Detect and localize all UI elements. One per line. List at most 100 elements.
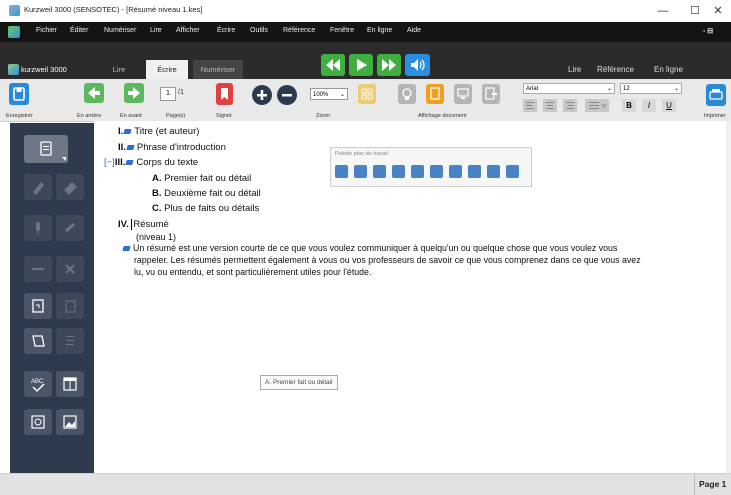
palette-outdent-icon[interactable] bbox=[392, 165, 405, 178]
palette-bullet-list-icon[interactable] bbox=[335, 165, 348, 178]
menu-fenetre[interactable]: Fenêtre bbox=[330, 27, 354, 34]
menu-reference[interactable]: Référence bbox=[283, 27, 315, 34]
play-button[interactable] bbox=[349, 54, 373, 76]
font-name-select[interactable]: Arial ⌄ bbox=[523, 83, 615, 94]
font-size-select[interactable]: 12 ⌄ bbox=[620, 83, 682, 94]
rewind-icon bbox=[326, 59, 340, 71]
save-button[interactable] bbox=[9, 83, 29, 105]
kurzweil-logo-icon bbox=[8, 64, 19, 75]
eraser-tool-button[interactable] bbox=[56, 174, 84, 200]
copy-icon bbox=[65, 300, 76, 313]
outline-button[interactable] bbox=[56, 328, 84, 354]
notes-column-button[interactable] bbox=[24, 328, 52, 354]
highlight-view-button[interactable] bbox=[398, 84, 416, 104]
outline-item[interactable]: I. Titre (et auteur) bbox=[118, 126, 199, 137]
tab-lire[interactable]: Lire bbox=[100, 60, 138, 79]
back-button[interactable] bbox=[84, 83, 104, 103]
mdi-controls[interactable]: - ⊟ bbox=[703, 27, 713, 35]
palette-expand-icon[interactable] bbox=[487, 165, 500, 178]
outline-item[interactable]: [−]III. Corps du texte bbox=[104, 157, 198, 168]
outline-item[interactable]: IV. Résumé bbox=[118, 219, 169, 230]
italic-button[interactable]: I bbox=[642, 99, 656, 112]
collapse-toggle[interactable]: [−] bbox=[104, 157, 115, 168]
menu-aide[interactable]: Aide bbox=[407, 27, 421, 34]
chevron-down-icon: ⌄ bbox=[606, 86, 612, 92]
underline-button[interactable]: U bbox=[662, 99, 676, 112]
menu-editer[interactable]: Éditer bbox=[70, 27, 88, 34]
page-number-input[interactable]: 1 bbox=[160, 87, 176, 101]
word-prediction-button[interactable] bbox=[56, 371, 84, 397]
fast-forward-button[interactable] bbox=[377, 54, 401, 76]
voice-note-button[interactable] bbox=[24, 215, 52, 241]
right-tab-en-ligne[interactable]: En ligne bbox=[654, 65, 683, 74]
volume-button[interactable] bbox=[405, 54, 430, 76]
app-icon bbox=[9, 5, 20, 16]
app-menu-icon[interactable] bbox=[8, 26, 20, 38]
bookmark-button[interactable] bbox=[216, 83, 233, 105]
align-right-button[interactable] bbox=[563, 99, 577, 112]
paragraph-line[interactable]: lu, vu ou entendu, et sont particulièrem… bbox=[134, 267, 371, 277]
link-icon bbox=[65, 222, 75, 233]
outline-text: Phrase d'introduction bbox=[136, 142, 226, 153]
outline-item[interactable]: B. Deuxième fait ou détail bbox=[152, 188, 261, 199]
grid-icon bbox=[361, 88, 373, 100]
palette-export-icon[interactable] bbox=[506, 165, 519, 178]
outline-item[interactable]: C. Plus de faits ou détails bbox=[152, 203, 259, 214]
palette-delete-icon[interactable] bbox=[468, 165, 481, 178]
export-view-button[interactable] bbox=[482, 84, 500, 104]
zoom-select[interactable]: 100% ⌄ bbox=[310, 88, 348, 100]
palette-indent-icon[interactable] bbox=[373, 165, 386, 178]
menu-afficher[interactable]: Afficher bbox=[176, 27, 200, 34]
outline-palette[interactable]: Palette plan de travail bbox=[330, 147, 532, 187]
copy-page-button[interactable] bbox=[56, 293, 84, 319]
right-tab-reference[interactable]: Référence bbox=[597, 65, 634, 74]
minimize-button[interactable]: — bbox=[650, 3, 676, 19]
menu-en-ligne[interactable]: En ligne bbox=[367, 27, 392, 34]
highlighter-tool-button[interactable] bbox=[24, 174, 52, 200]
chevron-down-icon: ⌄ bbox=[339, 92, 345, 98]
print-button[interactable] bbox=[706, 84, 726, 106]
zoom-in-button[interactable] bbox=[252, 85, 272, 105]
palette-move-up-icon[interactable] bbox=[411, 165, 424, 178]
picture-dictionary-button[interactable] bbox=[56, 409, 84, 435]
screen-view-button[interactable] bbox=[454, 84, 472, 104]
text-box-button[interactable] bbox=[24, 256, 52, 282]
paragraph-line[interactable]: rappeler. Les résumés permettent égaleme… bbox=[134, 255, 641, 265]
align-center-button[interactable] bbox=[543, 99, 557, 112]
vertical-scrollbar[interactable] bbox=[726, 121, 731, 473]
speak-selection-button[interactable] bbox=[24, 293, 52, 319]
bold-button[interactable]: B bbox=[622, 99, 636, 112]
font-name-value: Arial bbox=[526, 86, 539, 92]
menu-ecrire[interactable]: Écrire bbox=[217, 27, 235, 34]
pencil-icon bbox=[33, 182, 44, 195]
link-tool-button[interactable] bbox=[56, 215, 84, 241]
page-layout-button[interactable] bbox=[358, 84, 376, 104]
dictionary-button[interactable] bbox=[24, 409, 52, 435]
palette-numbered-list-icon[interactable] bbox=[354, 165, 367, 178]
tab-ecrire[interactable]: Écrire bbox=[146, 60, 188, 79]
delete-tool-button[interactable] bbox=[56, 256, 84, 282]
align-left-button[interactable] bbox=[523, 99, 537, 112]
outline-number: III. bbox=[114, 157, 126, 168]
tab-numeriser[interactable]: Numériser bbox=[193, 60, 243, 79]
right-tab-lire[interactable]: Lire bbox=[568, 65, 581, 74]
outline-item[interactable]: A. Premier fait ou détail bbox=[152, 173, 251, 184]
paragraph-text: Un résumé est une version courte de ce q… bbox=[133, 243, 618, 253]
menu-fichier[interactable]: Fichier bbox=[36, 27, 57, 34]
palette-move-down-icon[interactable] bbox=[430, 165, 443, 178]
list-format-button[interactable] bbox=[585, 99, 609, 112]
palette-edit-icon[interactable] bbox=[449, 165, 462, 178]
spell-check-button[interactable]: ABC bbox=[24, 371, 52, 397]
zoom-out-button[interactable] bbox=[277, 85, 297, 105]
forward-button[interactable] bbox=[124, 83, 144, 103]
menu-numeriser[interactable]: Numériser bbox=[104, 27, 136, 34]
notes-tool-button[interactable] bbox=[24, 135, 68, 163]
page-indicator: Page 1 bbox=[699, 479, 727, 489]
menu-outils[interactable]: Outils bbox=[250, 27, 268, 34]
menu-lire[interactable]: Lire bbox=[150, 27, 162, 34]
outline-item[interactable]: II. Phrase d'introduction bbox=[118, 142, 226, 153]
rewind-button[interactable] bbox=[321, 54, 345, 76]
document-view-button[interactable] bbox=[426, 84, 444, 104]
close-button[interactable]: ✕ bbox=[705, 3, 731, 19]
paragraph-line[interactable]: Un résumé est une version courte de ce q… bbox=[122, 243, 617, 253]
